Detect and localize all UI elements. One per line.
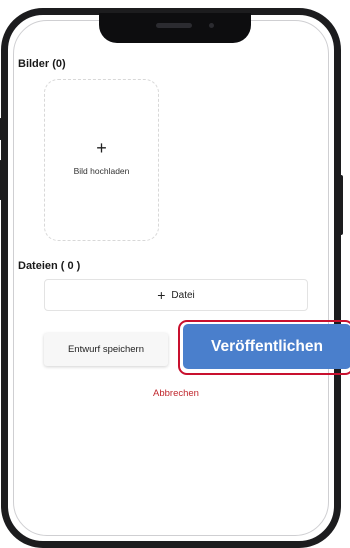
image-upload-tile[interactable]: + Bild hochladen xyxy=(44,79,159,241)
add-file-button[interactable]: + Datei xyxy=(44,279,308,311)
publish-button[interactable]: Veröffentlichen xyxy=(183,324,350,369)
app-screen: Bilder (0) + Bild hochladen Dateien ( 0 … xyxy=(0,0,350,548)
phone-notch xyxy=(99,13,251,43)
plus-icon: + xyxy=(96,138,107,158)
volume-button xyxy=(0,160,3,200)
mute-switch xyxy=(0,118,3,140)
upload-image-label: Bild hochladen xyxy=(73,166,130,176)
camera-dot xyxy=(209,23,214,28)
speaker-grille xyxy=(156,23,192,28)
files-heading: Dateien ( 0 ) xyxy=(18,260,81,272)
images-heading: Bilder (0) xyxy=(18,58,66,70)
save-draft-button[interactable]: Entwurf speichern xyxy=(44,333,168,366)
plus-icon: + xyxy=(157,287,166,303)
power-button xyxy=(339,175,343,235)
add-file-label: Datei xyxy=(171,289,195,301)
cancel-link[interactable]: Abbrechen xyxy=(130,388,222,399)
